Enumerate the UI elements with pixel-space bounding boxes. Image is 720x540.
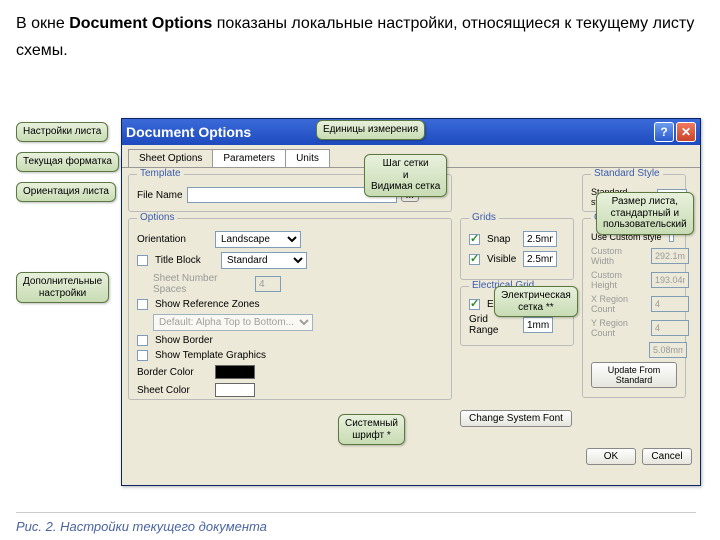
callout-grid: Шаг сетки и Видимая сетка <box>364 154 447 197</box>
yr-input <box>651 320 689 336</box>
group-label: Template <box>137 168 184 179</box>
egrid-range-input[interactable] <box>523 317 553 333</box>
help-button[interactable]: ? <box>654 122 674 142</box>
egrid-range-label: Grid Range <box>469 314 519 336</box>
callout-font: Системный шрифт * <box>338 414 405 445</box>
snap-checkbox[interactable] <box>469 234 480 245</box>
xr-input <box>651 296 689 312</box>
ok-button[interactable]: OK <box>586 448 636 465</box>
group-custom-style: Custom Style Use Custom style Custom Wid… <box>582 218 686 398</box>
cancel-button[interactable]: Cancel <box>642 448 692 465</box>
group-label: Grids <box>469 212 499 223</box>
egrid-enable-checkbox[interactable] <box>469 299 480 310</box>
sheetcolor-swatch[interactable] <box>215 383 255 397</box>
callout-egrid: Электрическая сетка ** <box>494 286 578 317</box>
snap-input[interactable] <box>523 231 557 247</box>
bordercolor-label: Border Color <box>137 367 211 378</box>
group-options: Options Orientation Landscape Title Bloc… <box>128 218 452 400</box>
visible-input[interactable] <box>523 251 557 267</box>
update-from-standard-button[interactable]: Update From Standard <box>591 362 677 388</box>
snap-label: Snap <box>487 234 519 245</box>
window-title: Document Options <box>126 124 251 140</box>
showtpl-label: Show Template Graphics <box>155 350 266 361</box>
tab-parameters[interactable]: Parameters <box>212 149 286 167</box>
visible-label: Visible <box>487 254 519 265</box>
group-label: Standard Style <box>591 168 663 179</box>
group-grids: Grids Snap Visible <box>460 218 574 280</box>
yr-label: Y Region Count <box>591 318 647 338</box>
titleblock-select[interactable]: Standard <box>221 252 307 269</box>
xr-label: X Region Count <box>591 294 647 314</box>
change-system-font-button[interactable]: Change System Font <box>460 410 572 427</box>
callout-extra: Дополнительные настройки <box>16 272 109 303</box>
visible-checkbox[interactable] <box>469 254 480 265</box>
close-button[interactable]: ✕ <box>676 122 696 142</box>
showborder-label: Show Border <box>155 335 213 346</box>
showref-label: Show Reference Zones <box>155 299 260 310</box>
figure-caption: Рис. 2. Настройки текущего документа <box>16 512 696 534</box>
cw-label: Custom Width <box>591 246 647 266</box>
showtpl-checkbox[interactable] <box>137 350 148 361</box>
callout-sheet-settings: Настройки листа <box>16 122 108 142</box>
margin-input <box>649 342 687 358</box>
callout-units: Единицы измерения <box>316 120 425 140</box>
callout-template: Текущая форматка <box>16 152 119 172</box>
ch-label: Custom Height <box>591 270 647 290</box>
group-label: Options <box>137 212 177 223</box>
intro-text: В окне Document Options показаны локальн… <box>0 0 720 72</box>
filename-label: File Name <box>137 190 183 201</box>
titleblock-checkbox[interactable] <box>137 255 148 266</box>
refdefault-select: Default: Alpha Top to Bottom... <box>153 314 313 331</box>
callout-orientation: Ориентация листа <box>16 182 116 202</box>
sheetcolor-label: Sheet Color <box>137 385 211 396</box>
orientation-label: Orientation <box>137 234 211 245</box>
callout-size: Размер листа, стандартный и пользователь… <box>596 192 694 235</box>
tab-sheet-options[interactable]: Sheet Options <box>128 149 213 167</box>
cw-input <box>651 248 689 264</box>
showref-checkbox[interactable] <box>137 299 148 310</box>
tab-units[interactable]: Units <box>285 149 330 167</box>
titleblock-label: Title Block <box>155 255 217 266</box>
showborder-checkbox[interactable] <box>137 335 148 346</box>
orientation-select[interactable]: Landscape <box>215 231 301 248</box>
bordercolor-swatch[interactable] <box>215 365 255 379</box>
ch-input <box>651 272 689 288</box>
sheetnum-input <box>255 276 281 292</box>
sheetnum-label: Sheet Number Spaces <box>137 273 251 295</box>
